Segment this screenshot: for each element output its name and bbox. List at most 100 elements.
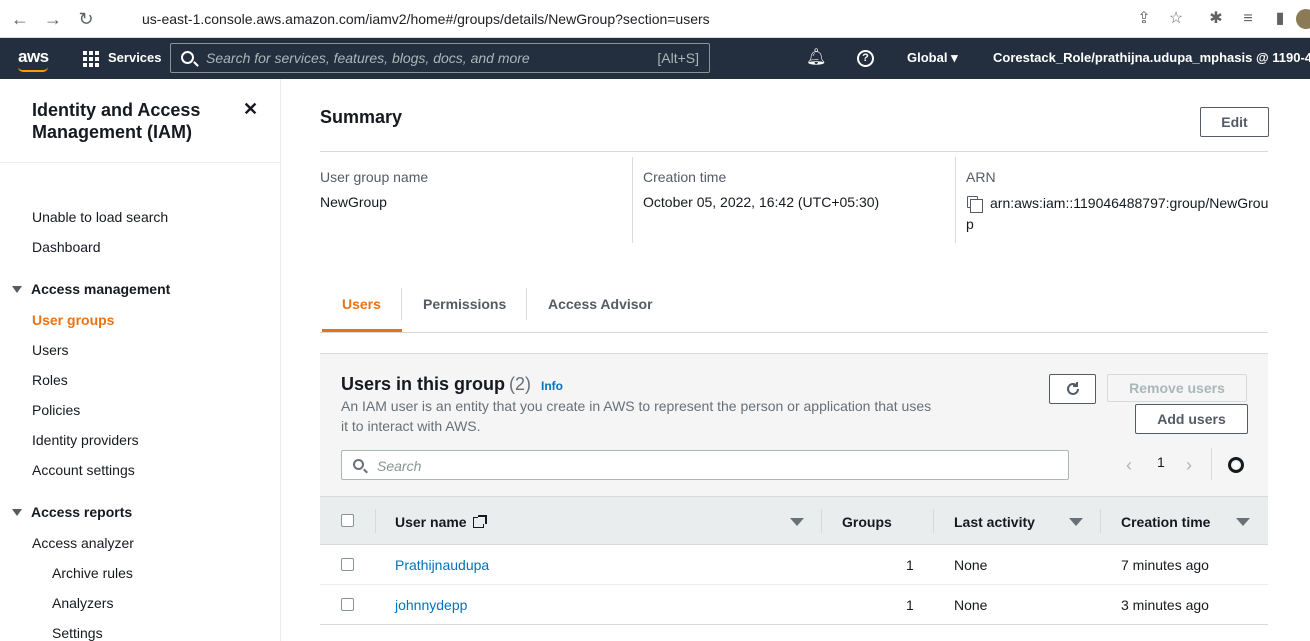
sidebar-item-policies[interactable]: Policies bbox=[32, 402, 80, 418]
column-header-user-name[interactable]: User name bbox=[395, 514, 487, 530]
column-header-creation-time[interactable]: Creation time bbox=[1121, 514, 1210, 530]
side-panel-icon[interactable]: ▮ bbox=[1270, 9, 1290, 29]
share-icon[interactable]: ⇪ bbox=[1134, 9, 1154, 29]
panel-title: Users in this group (2) bbox=[341, 374, 531, 395]
panel-title-text: Users in this group bbox=[341, 374, 506, 394]
section-label: Access reports bbox=[31, 504, 133, 520]
group-name-value: NewGroup bbox=[320, 194, 387, 210]
sidebar-item-identity-providers[interactable]: Identity providers bbox=[32, 432, 139, 448]
caret-down-icon bbox=[12, 509, 22, 516]
region-selector[interactable]: Global ▾ bbox=[907, 50, 958, 66]
section-label: Access management bbox=[31, 281, 171, 297]
column-divider bbox=[955, 157, 956, 243]
refresh-icon bbox=[1066, 382, 1079, 395]
search-shortcut: [Alt+S] bbox=[657, 50, 699, 66]
refresh-button[interactable] bbox=[1049, 374, 1096, 404]
notifications-bell-icon[interactable]: 🔔︎ bbox=[806, 49, 826, 67]
creation-time: 7 minutes ago bbox=[1121, 557, 1209, 573]
panel-header: Users in this group (2) Info An IAM user … bbox=[320, 354, 1268, 496]
table-row: johnnydepp 1 None 3 minutes ago bbox=[320, 585, 1268, 625]
browser-toolbar: ← → ↻ us-east-1.console.aws.amazon.com/i… bbox=[0, 0, 1310, 38]
aws-logo-smile bbox=[18, 67, 48, 72]
next-page-icon[interactable]: › bbox=[1186, 455, 1192, 476]
account-menu[interactable]: Corestack_Role/prathijna.udupa_mphasis @… bbox=[993, 50, 1310, 65]
region-label: Global bbox=[907, 50, 948, 65]
select-all-checkbox[interactable] bbox=[341, 514, 354, 527]
sidebar-item-archive-rules[interactable]: Archive rules bbox=[52, 565, 133, 581]
back-icon[interactable]: ← bbox=[10, 9, 30, 29]
sidebar-item-users[interactable]: Users bbox=[32, 342, 69, 358]
users-search-input[interactable]: Search bbox=[341, 450, 1069, 480]
column-divider bbox=[632, 157, 633, 243]
gear-icon[interactable] bbox=[1228, 457, 1244, 473]
edit-button[interactable]: Edit bbox=[1200, 107, 1269, 137]
table-row: Prathijnaudupa 1 None 7 minutes ago bbox=[320, 545, 1268, 585]
arn-value-wrap: p bbox=[966, 216, 974, 232]
sidebar-title: Identity and Access Management (IAM) bbox=[32, 100, 201, 142]
search-icon bbox=[181, 51, 194, 64]
sidebar-divider bbox=[0, 162, 280, 163]
previous-page-icon[interactable]: ‹ bbox=[1126, 455, 1132, 476]
sidebar-item-roles[interactable]: Roles bbox=[32, 372, 68, 388]
arn-label: ARN bbox=[966, 169, 996, 185]
sidebar-item-user-groups[interactable]: User groups bbox=[32, 312, 114, 328]
tab-permissions[interactable]: Permissions bbox=[423, 296, 506, 312]
add-users-button[interactable]: Add users bbox=[1135, 404, 1248, 434]
search-icon bbox=[353, 459, 364, 470]
reload-icon[interactable]: ↻ bbox=[76, 9, 96, 29]
console-search-input[interactable]: Search for services, features, blogs, do… bbox=[170, 43, 710, 73]
aws-console-header: aws Services Search for services, featur… bbox=[0, 38, 1310, 79]
column-header-groups[interactable]: Groups bbox=[842, 514, 892, 530]
help-icon[interactable]: ? bbox=[857, 50, 874, 67]
sidebar-section-access-reports[interactable]: Access reports bbox=[12, 504, 132, 520]
services-menu[interactable]: Services bbox=[108, 50, 162, 65]
sidebar-item-account-settings[interactable]: Account settings bbox=[32, 462, 135, 478]
main-content: Summary Edit User group name NewGroup Cr… bbox=[281, 79, 1310, 641]
info-link[interactable]: Info bbox=[541, 379, 563, 393]
services-grid-icon[interactable] bbox=[83, 51, 99, 67]
groups-count: 1 bbox=[906, 557, 914, 573]
sidebar-item-analyzers[interactable]: Analyzers bbox=[52, 595, 113, 611]
row-checkbox[interactable] bbox=[341, 598, 354, 611]
column-divider bbox=[821, 509, 822, 533]
aws-logo[interactable]: aws bbox=[18, 47, 49, 67]
close-icon[interactable]: ✕ bbox=[243, 99, 258, 120]
page-number[interactable]: 1 bbox=[1157, 454, 1165, 470]
table-header: User name Groups Last activity Creation … bbox=[320, 496, 1268, 545]
creation-time-value: October 05, 2022, 16:42 (UTC+05:30) bbox=[643, 194, 880, 210]
last-activity: None bbox=[954, 557, 988, 573]
sidebar-item-unable-to-load-search: Unable to load search bbox=[32, 209, 169, 225]
column-header-last-activity[interactable]: Last activity bbox=[954, 514, 1035, 530]
groups-count: 1 bbox=[906, 597, 914, 613]
tab-access-advisor[interactable]: Access Advisor bbox=[548, 296, 653, 312]
sidebar-item-settings[interactable]: Settings bbox=[52, 625, 103, 641]
copy-icon[interactable] bbox=[967, 196, 983, 213]
sort-caret-icon[interactable] bbox=[1236, 518, 1250, 526]
user-name-link[interactable]: johnnydepp bbox=[395, 597, 467, 613]
creation-time: 3 minutes ago bbox=[1121, 597, 1209, 613]
remove-users-button[interactable]: Remove users bbox=[1107, 374, 1247, 402]
description-line: it to interact with AWS. bbox=[341, 418, 481, 434]
sidebar: Identity and Access Management (IAM) ✕ U… bbox=[0, 79, 281, 641]
profile-avatar[interactable] bbox=[1296, 9, 1310, 29]
forward-icon[interactable]: → bbox=[43, 9, 63, 29]
extensions-icon[interactable]: ✱ bbox=[1206, 9, 1226, 29]
sidebar-item-dashboard[interactable]: Dashboard bbox=[32, 239, 101, 255]
sidebar-section-access-management[interactable]: Access management bbox=[12, 281, 170, 297]
column-divider bbox=[1100, 509, 1101, 533]
pager-divider bbox=[1211, 448, 1212, 480]
sort-caret-icon[interactable] bbox=[1069, 518, 1083, 526]
user-name-link[interactable]: Prathijnaudupa bbox=[395, 557, 489, 573]
tab-users[interactable]: Users bbox=[342, 296, 381, 312]
sidebar-item-access-analyzer[interactable]: Access analyzer bbox=[32, 535, 134, 551]
caret-down-icon bbox=[12, 286, 22, 293]
summary-divider bbox=[320, 151, 1268, 152]
sort-caret-icon[interactable] bbox=[790, 518, 804, 526]
address-bar[interactable]: us-east-1.console.aws.amazon.com/iamv2/h… bbox=[108, 5, 1198, 33]
external-link-icon bbox=[472, 515, 487, 528]
row-checkbox[interactable] bbox=[341, 558, 354, 571]
media-icon[interactable]: ≡ bbox=[1238, 9, 1258, 29]
bookmark-star-icon[interactable]: ☆ bbox=[1166, 9, 1186, 29]
search-placeholder: Search bbox=[377, 458, 422, 474]
column-label: User name bbox=[395, 514, 467, 530]
